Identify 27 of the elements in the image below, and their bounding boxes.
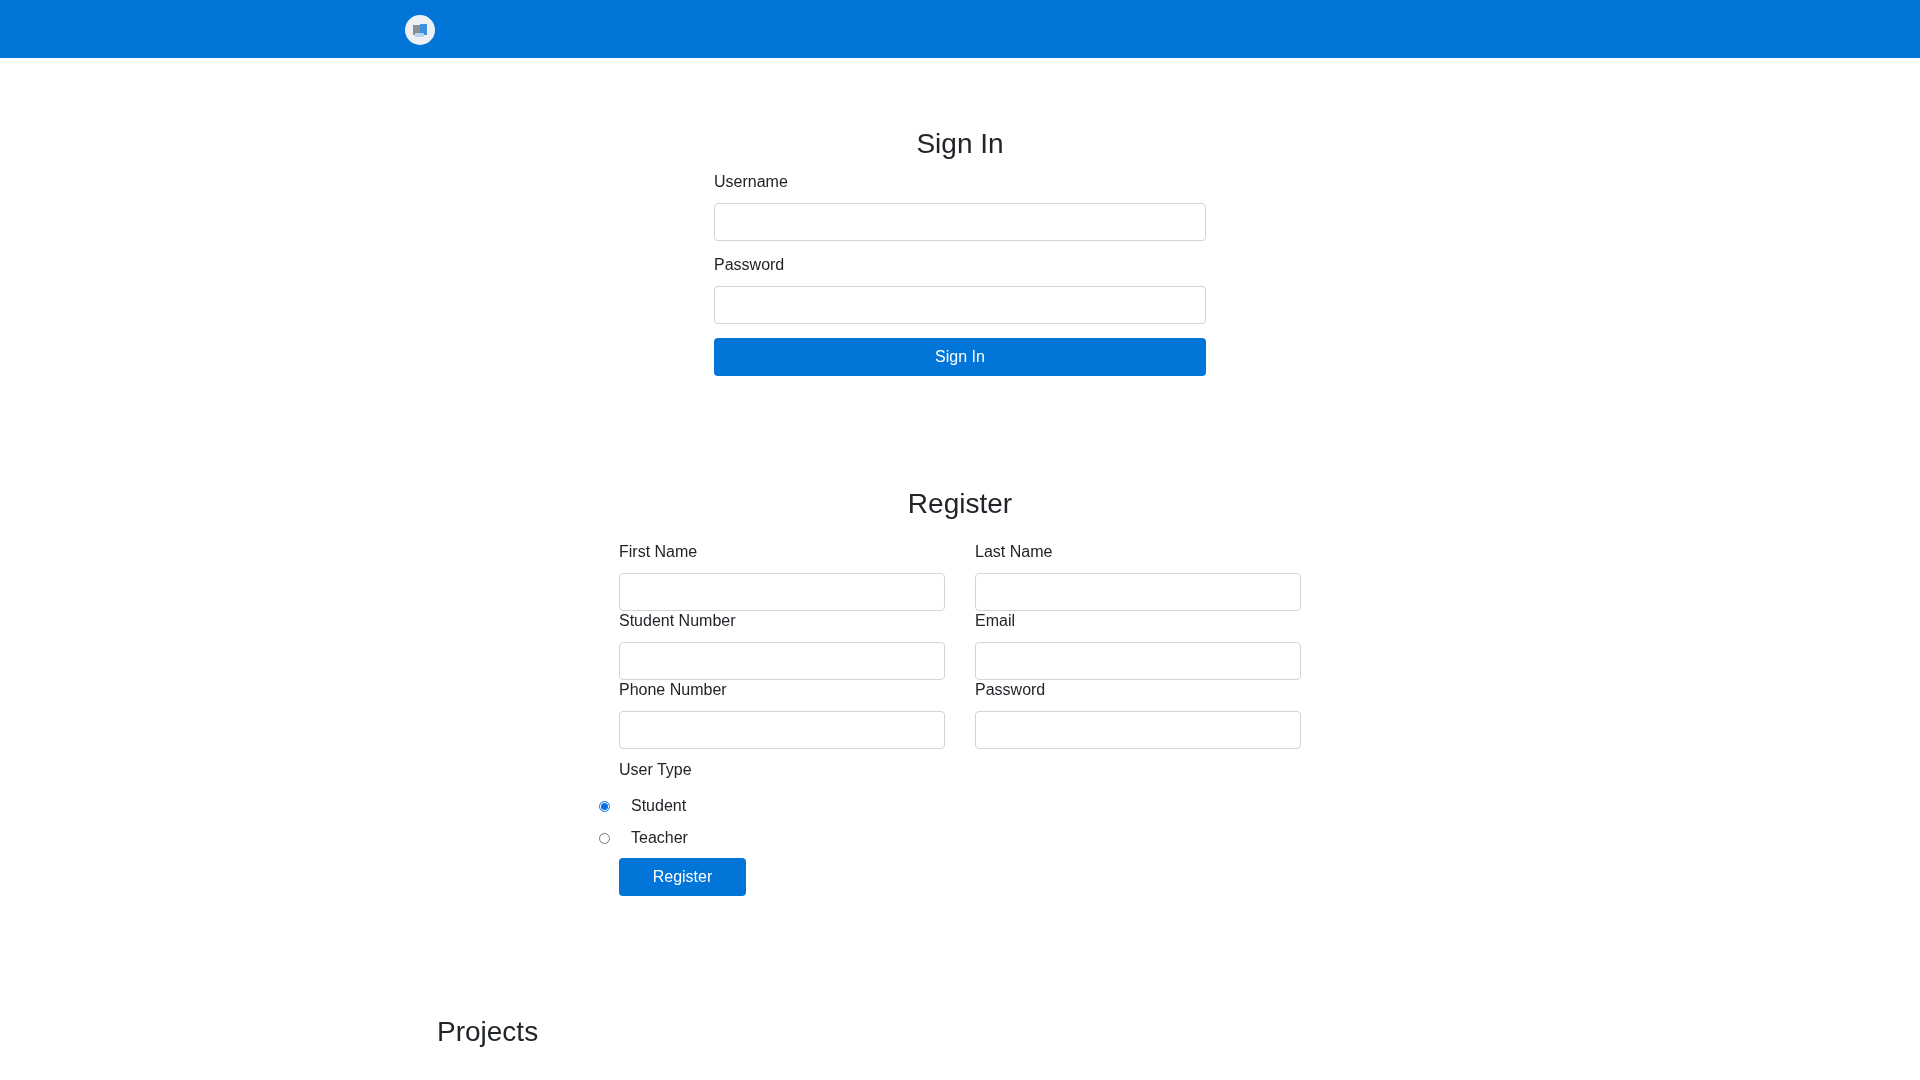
- logo-icon[interactable]: [405, 15, 435, 45]
- radio-button[interactable]: [599, 832, 610, 844]
- input-field[interactable]: [975, 711, 1301, 749]
- sign-in-button[interactable]: Sign In: [714, 338, 1206, 376]
- input-field[interactable]: [975, 573, 1301, 611]
- section-title: Projects: [437, 1016, 540, 1048]
- radio-label: Teacher: [631, 829, 688, 847]
- field-label: Password: [714, 255, 786, 275]
- field-label: First Name: [619, 542, 699, 562]
- section-title: Sign In: [915, 128, 1005, 160]
- register-button[interactable]: Register: [619, 858, 746, 896]
- input-field[interactable]: [714, 286, 1206, 324]
- input-field[interactable]: [619, 573, 945, 611]
- radio-button[interactable]: [599, 800, 610, 812]
- input-field[interactable]: [714, 203, 1206, 241]
- input-field[interactable]: [619, 642, 945, 680]
- field-label: Email: [975, 611, 1016, 631]
- field-label: Student Number: [619, 611, 737, 631]
- field-label: Password: [975, 680, 1047, 700]
- field-label: Username: [714, 172, 789, 192]
- input-field[interactable]: [619, 711, 945, 749]
- section-title: Register: [906, 488, 1014, 520]
- input-field[interactable]: [975, 642, 1301, 680]
- field-label: User Type: [619, 760, 693, 780]
- field-label: Last Name: [975, 542, 1054, 562]
- field-label: Phone Number: [619, 680, 728, 700]
- radio-label: Student: [631, 797, 687, 815]
